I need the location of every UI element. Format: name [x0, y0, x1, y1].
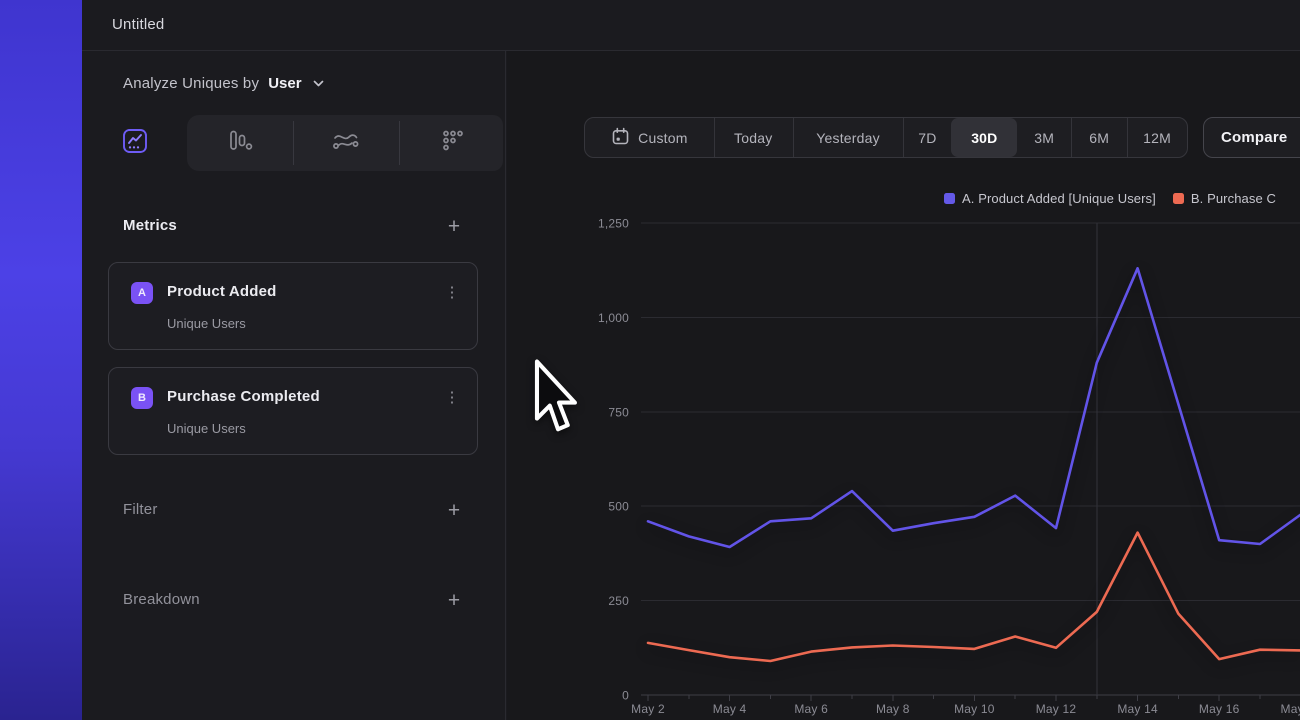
flows-waves-icon — [332, 130, 359, 157]
chevron-down-icon — [313, 74, 324, 92]
metrics-heading: Metrics — [123, 217, 177, 234]
range-custom[interactable]: Custom — [585, 118, 714, 157]
range-yesterday[interactable]: Yesterday — [793, 118, 904, 157]
range-label: Yesterday — [816, 130, 880, 146]
breakdown-section-header: Breakdown + — [82, 587, 506, 617]
legend-label: A. Product Added [Unique Users] — [962, 191, 1156, 206]
kebab-icon: ⋮ — [445, 389, 460, 406]
date-range-segmented-control: Custom Today Yesterday 7D 30D 3M 6M 12M — [584, 117, 1188, 158]
analyze-by-label: Analyze Uniques by — [123, 75, 259, 92]
metric-badge-a: A — [131, 282, 153, 304]
svg-text:May 6: May 6 — [794, 702, 828, 716]
legend-item-a[interactable]: A. Product Added [Unique Users] — [944, 191, 1156, 206]
metric-menu-button[interactable]: ⋮ — [441, 385, 463, 411]
svg-text:May 8: May 8 — [876, 702, 910, 716]
plus-icon: + — [448, 589, 460, 613]
insights-line-chart[interactable]: 0 250 500 750 1,000 1,250 May 2 May 4 May 6 May 8… — [507, 211, 1300, 720]
metric-subtitle: Unique Users — [167, 421, 246, 436]
breakdown-heading: Breakdown — [123, 591, 200, 608]
analyze-by-value: User — [268, 75, 301, 92]
svg-text:May 10: May 10 — [954, 702, 995, 716]
chart-panel: Custom Today Yesterday 7D 30D 3M 6M 12M … — [507, 51, 1300, 720]
range-label: 7D — [918, 130, 936, 146]
metric-badge-b: B — [131, 387, 153, 409]
dots-grid-icon — [441, 129, 465, 158]
range-7d[interactable]: 7D — [903, 118, 951, 157]
svg-text:750: 750 — [608, 405, 629, 419]
query-sidebar: Analyze Uniques by User — [82, 51, 506, 720]
add-filter-button[interactable]: + — [440, 497, 468, 525]
line-chart-icon — [122, 128, 148, 159]
report-type-tabs — [82, 115, 506, 171]
range-label: 12M — [1143, 130, 1171, 146]
svg-text:May 2: May 2 — [631, 702, 665, 716]
decorative-gradient-strip — [0, 0, 82, 720]
svg-text:May 12: May 12 — [1036, 702, 1077, 716]
svg-text:May 16: May 16 — [1199, 702, 1240, 716]
metric-menu-button[interactable]: ⋮ — [441, 280, 463, 306]
svg-text:May 18: May 18 — [1281, 702, 1300, 716]
chart-legend: A. Product Added [Unique Users] B. Purch… — [944, 191, 1276, 206]
filter-heading: Filter — [123, 501, 158, 518]
compare-button[interactable]: Compare — [1203, 117, 1300, 158]
svg-text:0: 0 — [622, 689, 629, 703]
svg-text:1,250: 1,250 — [598, 217, 629, 231]
app-window: Untitled Analyze Uniques by User — [82, 0, 1300, 720]
range-label: Custom — [638, 130, 687, 146]
series-line-b — [648, 533, 1300, 661]
range-label: 6M — [1089, 130, 1109, 146]
tab-flows[interactable] — [293, 115, 398, 171]
svg-text:1,000: 1,000 — [598, 311, 629, 325]
kebab-icon: ⋮ — [445, 284, 460, 301]
bar-chart-icon — [227, 129, 253, 158]
range-today[interactable]: Today — [714, 118, 793, 157]
svg-text:250: 250 — [608, 594, 629, 608]
svg-text:May 4: May 4 — [713, 702, 747, 716]
legend-label: B. Purchase C — [1191, 191, 1276, 206]
range-30d-selected[interactable]: 30D — [951, 118, 1017, 157]
range-label: 3M — [1034, 130, 1054, 146]
tab-insights[interactable] — [82, 115, 187, 171]
legend-swatch-purple — [944, 193, 955, 204]
range-label: Today — [734, 130, 772, 146]
add-breakdown-button[interactable]: + — [440, 587, 468, 615]
svg-text:May 14: May 14 — [1117, 702, 1158, 716]
report-title: Untitled — [112, 16, 164, 33]
metric-title: Product Added — [167, 283, 277, 300]
filter-section-header: Filter + — [82, 497, 506, 527]
plus-icon: + — [448, 215, 460, 239]
metric-title: Purchase Completed — [167, 388, 320, 405]
plus-icon: + — [448, 499, 460, 523]
add-metric-button[interactable]: + — [440, 213, 468, 241]
analyze-by-dropdown[interactable]: Analyze Uniques by User — [82, 51, 506, 115]
range-3m[interactable]: 3M — [1017, 118, 1071, 157]
metric-card-a[interactable]: A Product Added Unique Users ⋮ — [108, 262, 478, 350]
tab-funnels[interactable] — [187, 115, 292, 171]
compare-label: Compare — [1221, 129, 1287, 146]
range-6m[interactable]: 6M — [1071, 118, 1127, 157]
metric-subtitle: Unique Users — [167, 316, 246, 331]
series-line-a — [648, 268, 1300, 547]
legend-item-b[interactable]: B. Purchase C — [1173, 191, 1276, 206]
range-label: 30D — [971, 130, 997, 146]
top-bar: Untitled — [82, 0, 1300, 51]
range-12m[interactable]: 12M — [1127, 118, 1187, 157]
svg-text:500: 500 — [608, 500, 629, 514]
metric-card-b[interactable]: B Purchase Completed Unique Users ⋮ — [108, 367, 478, 455]
screenshot-stage: Untitled Analyze Uniques by User — [0, 0, 1300, 720]
metrics-section-header: Metrics + — [82, 213, 506, 243]
legend-swatch-orange — [1173, 193, 1184, 204]
calendar-icon — [611, 127, 630, 149]
tab-retention[interactable] — [399, 115, 506, 171]
